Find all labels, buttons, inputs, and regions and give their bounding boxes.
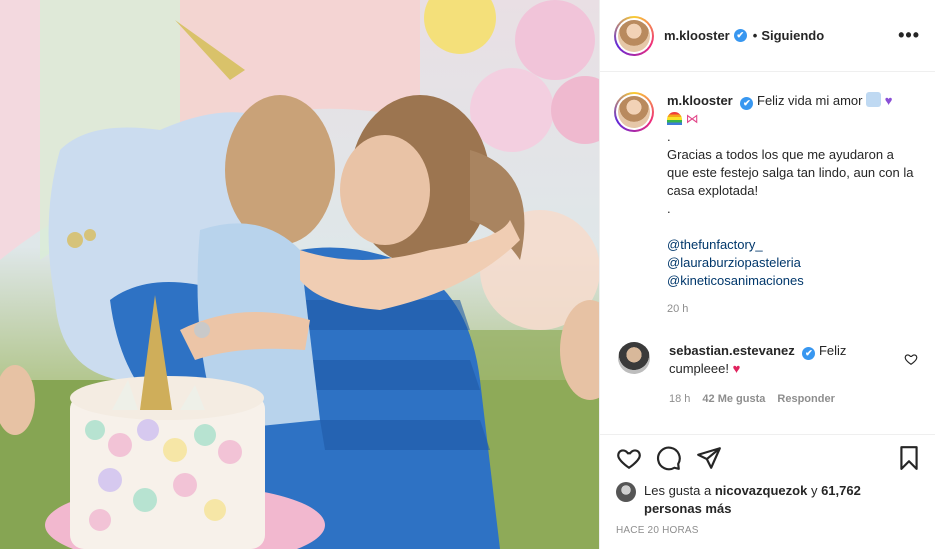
rainbow-emoji-icon bbox=[667, 112, 682, 125]
unicorn-emoji-icon bbox=[866, 92, 882, 107]
comment-like-heart-icon[interactable] bbox=[904, 352, 918, 366]
liker-avatar[interactable] bbox=[616, 482, 636, 502]
likes-joiner: y bbox=[810, 483, 818, 498]
paper-plane-icon[interactable] bbox=[696, 445, 722, 471]
following-button[interactable]: Siguiendo bbox=[761, 28, 824, 43]
post-photo-illustration bbox=[0, 0, 599, 549]
ribbon-emoji-icon: ⋈ bbox=[685, 111, 699, 126]
comment-meta: 18 h 42 Me gusta Responder bbox=[669, 390, 891, 408]
mention-link[interactable]: @kineticosanimaciones bbox=[667, 272, 917, 290]
bookmark-icon[interactable] bbox=[896, 445, 922, 471]
comments-list[interactable]: m.klooster ✔ Feliz vida mi amor ♥ ⋈ . Gr… bbox=[600, 72, 935, 434]
caption-time[interactable]: 20 h bbox=[667, 300, 917, 318]
mention-link[interactable]: @thefunfactory_ bbox=[667, 236, 917, 254]
comment-body: sebastian.estevanez ✔ Feliz cumpleee! ♥ … bbox=[669, 342, 891, 408]
comment-text-b: cumpleee! bbox=[669, 361, 729, 376]
author-avatar[interactable] bbox=[614, 15, 654, 56]
caption-username[interactable]: m.klooster bbox=[667, 93, 733, 108]
liker-username[interactable]: nicovazquezok bbox=[715, 483, 807, 498]
comment-icon[interactable] bbox=[656, 445, 682, 471]
post-timestamp[interactable]: HACE 20 HORAS bbox=[616, 525, 699, 536]
comment-item: sebastian.estevanez ✔ Feliz cumpleee! ♥ … bbox=[614, 342, 924, 408]
post-header: m.klooster ✔ • Siguiendo ••• bbox=[600, 0, 935, 72]
caption-body: Gracias a todos los que me ayudaron a qu… bbox=[667, 147, 914, 198]
verified-badge-icon: ✔ bbox=[733, 29, 747, 42]
post-actions: Les gusta a nicovazquezok y 61,762 perso… bbox=[600, 434, 935, 549]
likes-prefix: Les gusta a bbox=[644, 483, 712, 498]
caption-text: m.klooster ✔ Feliz vida mi amor ♥ ⋈ . Gr… bbox=[667, 92, 917, 318]
caption-dot-1: . bbox=[667, 129, 671, 144]
comment-text-a: Feliz bbox=[818, 343, 847, 358]
comment-time[interactable]: 18 h bbox=[669, 390, 690, 408]
reply-button[interactable]: Responder bbox=[777, 390, 834, 408]
mention-link[interactable]: @lauraburziopasteleria bbox=[667, 254, 917, 272]
more-options-icon[interactable]: ••• bbox=[898, 26, 920, 44]
verified-badge-icon: ✔ bbox=[802, 347, 816, 360]
purple-heart-emoji-icon: ♥ bbox=[884, 93, 893, 108]
caption-line1: Feliz vida mi amor bbox=[757, 93, 863, 108]
comment-likes[interactable]: 42 Me gusta bbox=[702, 390, 765, 408]
likes-summary: Les gusta a nicovazquezok y 61,762 perso… bbox=[616, 482, 874, 518]
red-heart-emoji-icon: ♥ bbox=[732, 361, 741, 376]
caption-dot-2: . bbox=[667, 201, 671, 216]
commenter-username[interactable]: sebastian.estevanez bbox=[669, 343, 795, 358]
post-photo[interactable] bbox=[0, 0, 599, 549]
heart-icon[interactable] bbox=[616, 445, 642, 471]
author-username[interactable]: m.klooster bbox=[664, 28, 730, 43]
commenter-avatar[interactable] bbox=[618, 342, 650, 374]
post-side-panel: m.klooster ✔ • Siguiendo ••• m.klooster … bbox=[599, 0, 935, 549]
caption-avatar[interactable] bbox=[614, 92, 654, 132]
separator-dot: • bbox=[752, 28, 758, 43]
caption: m.klooster ✔ Feliz vida mi amor ♥ ⋈ . Gr… bbox=[614, 92, 917, 318]
verified-badge-icon: ✔ bbox=[740, 97, 754, 110]
